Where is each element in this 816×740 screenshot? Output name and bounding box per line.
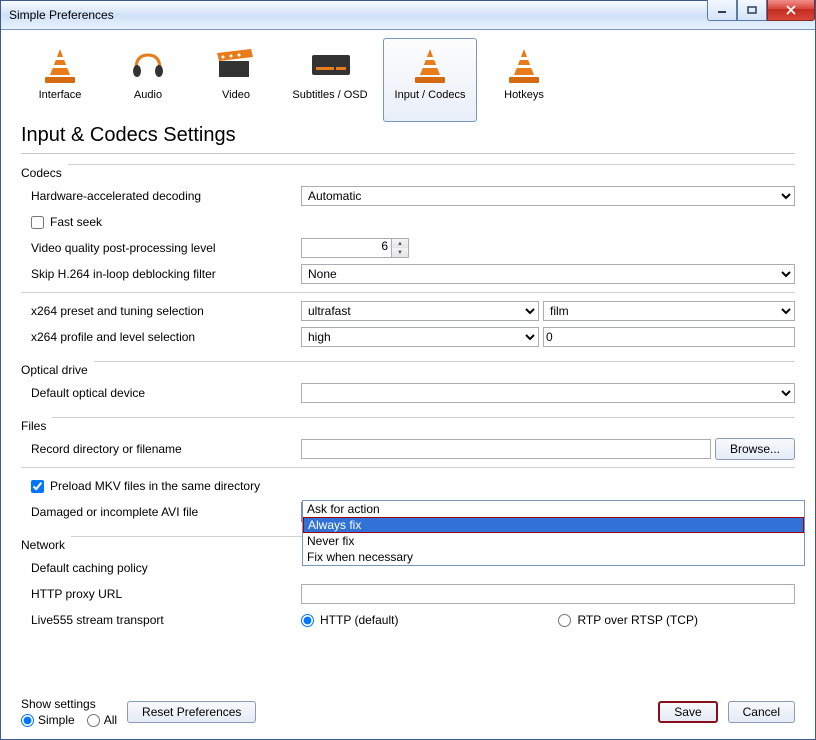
avi-option-never-fix[interactable]: Never fix	[303, 533, 804, 549]
pp-level-label: Video quality post-processing level	[21, 241, 301, 255]
skip-loop-select[interactable]: None	[301, 264, 795, 284]
headphones-icon	[126, 43, 170, 87]
record-dir-label: Record directory or filename	[21, 442, 301, 456]
group-codecs: Codecs	[21, 166, 62, 180]
clapper-icon	[214, 43, 258, 87]
group-optical: Optical drive	[21, 363, 88, 377]
show-all-radio[interactable]: All	[87, 713, 117, 727]
live555-http-radio[interactable]: HTTP (default)	[301, 613, 398, 627]
titlebar: Simple Preferences	[1, 1, 815, 30]
spin-down-icon[interactable]: ▼	[392, 248, 408, 257]
proxy-input[interactable]	[301, 584, 795, 604]
fast-seek-checkbox[interactable]: Fast seek	[21, 215, 102, 229]
skip-loop-label: Skip H.264 in-loop deblocking filter	[21, 267, 301, 281]
tab-interface-label: Interface	[39, 89, 82, 101]
avi-repair-label: Damaged or incomplete AVI file	[21, 505, 301, 519]
category-tabs: Interface Audio Video Subtitles / OSD In…	[9, 34, 807, 122]
tab-audio-label: Audio	[134, 89, 162, 101]
group-network: Network	[21, 538, 65, 552]
avi-option-ask[interactable]: Ask for action	[303, 501, 804, 517]
settings-form: Codecs Hardware-accelerated decoding Aut…	[9, 160, 807, 691]
subtitles-icon	[308, 43, 352, 87]
tab-audio[interactable]: Audio	[107, 38, 189, 122]
live555-rtp-radio[interactable]: RTP over RTSP (TCP)	[558, 613, 697, 627]
cone-icon	[38, 43, 82, 87]
x264-preset-label: x264 preset and tuning selection	[21, 304, 301, 318]
tab-input-codecs[interactable]: Input / Codecs	[383, 38, 477, 122]
avi-option-fix-necessary[interactable]: Fix when necessary	[303, 549, 804, 565]
browse-button[interactable]: Browse...	[715, 438, 795, 460]
optical-device-label: Default optical device	[21, 386, 301, 400]
record-dir-input[interactable]	[301, 439, 711, 459]
tab-hotkeys-label: Hotkeys	[504, 89, 544, 101]
x264-preset-select[interactable]: ultrafast	[301, 301, 539, 321]
x264-level-input[interactable]	[543, 327, 795, 347]
minimize-button[interactable]	[707, 0, 737, 21]
window-title: Simple Preferences	[9, 8, 114, 22]
x264-tune-select[interactable]: film	[543, 301, 795, 321]
tab-video[interactable]: Video	[195, 38, 277, 122]
preferences-window: Simple Preferences Interface Audio Video	[0, 0, 816, 740]
footer: Show settings Simple All Reset Preferenc…	[9, 691, 807, 731]
close-button[interactable]	[767, 0, 815, 21]
pp-level-spinner[interactable]: 6▲▼	[301, 238, 409, 258]
tab-subtitles-label: Subtitles / OSD	[292, 89, 367, 101]
save-button[interactable]: Save	[658, 701, 717, 723]
optical-device-select[interactable]	[301, 383, 795, 403]
live555-label: Live555 stream transport	[21, 613, 301, 627]
tab-input-codecs-label: Input / Codecs	[395, 89, 466, 101]
tab-hotkeys[interactable]: Hotkeys	[483, 38, 565, 122]
hw-decode-label: Hardware-accelerated decoding	[21, 189, 301, 203]
show-settings-label: Show settings	[21, 697, 117, 711]
cone-film-icon	[408, 43, 452, 87]
proxy-label: HTTP proxy URL	[21, 587, 301, 601]
spin-up-icon[interactable]: ▲	[392, 239, 408, 248]
preload-mkv-checkbox[interactable]: Preload MKV files in the same directory	[21, 479, 260, 493]
group-files: Files	[21, 419, 46, 433]
tab-interface[interactable]: Interface	[19, 38, 101, 122]
page-title: Input & Codecs Settings	[21, 124, 803, 147]
cancel-button[interactable]: Cancel	[728, 701, 795, 723]
hw-decode-select[interactable]: Automatic	[301, 186, 795, 206]
reset-preferences-button[interactable]: Reset Preferences	[127, 701, 256, 723]
cone-icon	[502, 43, 546, 87]
caching-label: Default caching policy	[21, 561, 301, 575]
divider	[21, 153, 795, 154]
x264-profile-select[interactable]: high	[301, 327, 539, 347]
maximize-button[interactable]	[737, 0, 767, 21]
tab-video-label: Video	[222, 89, 250, 101]
x264-profile-label: x264 profile and level selection	[21, 330, 301, 344]
tab-subtitles[interactable]: Subtitles / OSD	[283, 38, 377, 122]
avi-option-always-fix[interactable]: Always fix	[303, 517, 804, 533]
avi-repair-dropdown-list[interactable]: Ask for action Always fix Never fix Fix …	[302, 500, 805, 566]
show-simple-radio[interactable]: Simple	[21, 713, 75, 727]
